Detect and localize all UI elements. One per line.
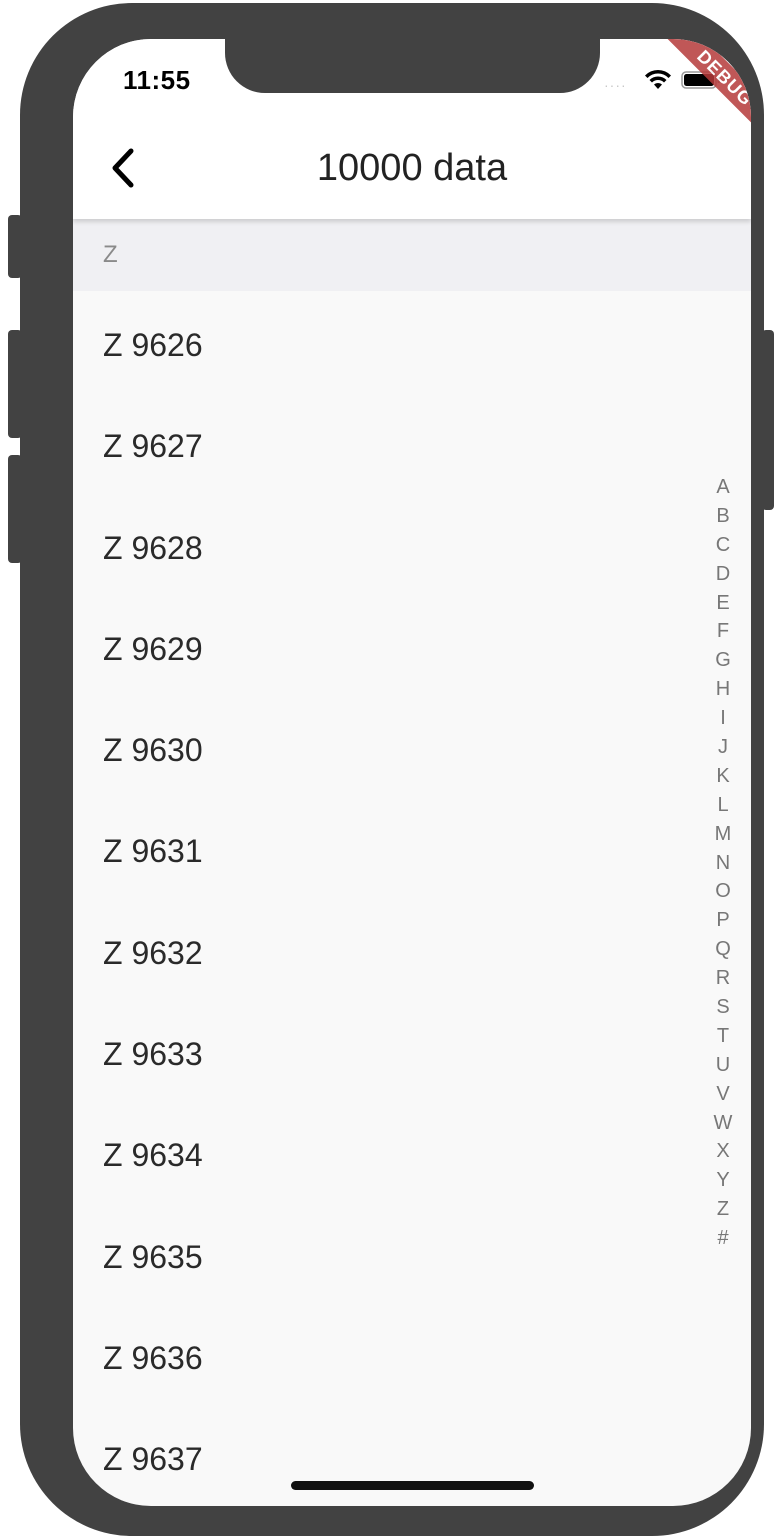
- index-letter-g[interactable]: G: [703, 646, 743, 675]
- list-item[interactable]: Z 9633: [73, 1000, 751, 1101]
- signal-icon: ····: [604, 77, 627, 93]
- list-item-label: Z 9630: [103, 732, 203, 769]
- list-item[interactable]: Z 9628: [73, 494, 751, 595]
- list-item[interactable]: Z 9632: [73, 899, 751, 1000]
- index-letter-k[interactable]: K: [703, 762, 743, 791]
- index-letter-p[interactable]: P: [703, 906, 743, 935]
- index-letter-y[interactable]: Y: [703, 1166, 743, 1195]
- section-header-label: Z: [103, 241, 118, 268]
- index-letter-q[interactable]: Q: [703, 935, 743, 964]
- index-letter-m[interactable]: M: [703, 820, 743, 849]
- index-letter-b[interactable]: B: [703, 502, 743, 531]
- list-item-label: Z 9636: [103, 1339, 203, 1376]
- alphabet-index-bar[interactable]: A B C D E F G H I J K L M N O P Q R S T …: [703, 473, 743, 1253]
- section-header: Z: [73, 219, 751, 291]
- list-item[interactable]: Z 9629: [73, 595, 751, 696]
- index-letter-c[interactable]: C: [703, 531, 743, 560]
- list-item[interactable]: Z 9627: [73, 392, 751, 493]
- list-item[interactable]: Z 9630: [73, 696, 751, 797]
- list-item-label: Z 9632: [103, 934, 203, 971]
- debug-banner: DEBUG: [659, 39, 751, 144]
- index-letter-t[interactable]: T: [703, 1022, 743, 1051]
- status-time: 11:55: [123, 65, 191, 95]
- list-item-label: Z 9626: [103, 327, 203, 363]
- list-item-label: Z 9637: [103, 1441, 203, 1478]
- wifi-icon: [645, 69, 671, 89]
- index-letter-h[interactable]: H: [703, 675, 743, 704]
- index-letter-e[interactable]: E: [703, 589, 743, 618]
- index-letter-i[interactable]: I: [703, 704, 743, 733]
- index-letter-d[interactable]: D: [703, 560, 743, 589]
- index-letter-z[interactable]: Z: [703, 1195, 743, 1224]
- index-letter-w[interactable]: W: [703, 1109, 743, 1138]
- list-item-label: Z 9628: [103, 529, 203, 566]
- list-item[interactable]: Z 9637: [73, 1405, 751, 1506]
- index-letter-o[interactable]: O: [703, 877, 743, 906]
- index-letter-n[interactable]: N: [703, 849, 743, 878]
- list-item[interactable]: Z 9634: [73, 1101, 751, 1202]
- list-item[interactable]: Z 9636: [73, 1304, 751, 1405]
- list-item-label: Z 9633: [103, 1036, 203, 1073]
- index-letter-l[interactable]: L: [703, 791, 743, 820]
- index-letter-hash[interactable]: #: [703, 1224, 743, 1253]
- list-item-label: Z 9634: [103, 1137, 203, 1174]
- index-letter-s[interactable]: S: [703, 993, 743, 1022]
- list-item-label: Z 9627: [103, 428, 203, 465]
- index-letter-v[interactable]: V: [703, 1080, 743, 1109]
- app-bar: 11:55 ···· DEBUG 10000 data: [73, 39, 751, 219]
- notch: [225, 39, 600, 93]
- index-letter-a[interactable]: A: [703, 473, 743, 502]
- index-letter-f[interactable]: F: [703, 617, 743, 646]
- index-letter-j[interactable]: J: [703, 733, 743, 762]
- list-item-label: Z 9629: [103, 630, 203, 667]
- page-title: 10000 data: [316, 147, 508, 189]
- list-item-label: Z 9631: [103, 833, 203, 870]
- contact-list[interactable]: Z 9626 Z 9627 Z 9628 Z 9629 Z 9630 Z 963…: [73, 291, 751, 1506]
- index-letter-x[interactable]: X: [703, 1137, 743, 1166]
- screen: 11:55 ···· DEBUG 10000 data Z Z 9626 Z 9…: [73, 39, 751, 1506]
- home-indicator[interactable]: [291, 1481, 534, 1490]
- list-item[interactable]: Z 9626: [73, 291, 751, 392]
- list-item-label: Z 9635: [103, 1238, 203, 1275]
- device-frame: 11:55 ···· DEBUG 10000 data Z Z 9626 Z 9…: [20, 3, 764, 1536]
- list-item[interactable]: Z 9631: [73, 797, 751, 898]
- index-letter-r[interactable]: R: [703, 964, 743, 993]
- index-letter-u[interactable]: U: [703, 1051, 743, 1080]
- list-item[interactable]: Z 9635: [73, 1203, 751, 1304]
